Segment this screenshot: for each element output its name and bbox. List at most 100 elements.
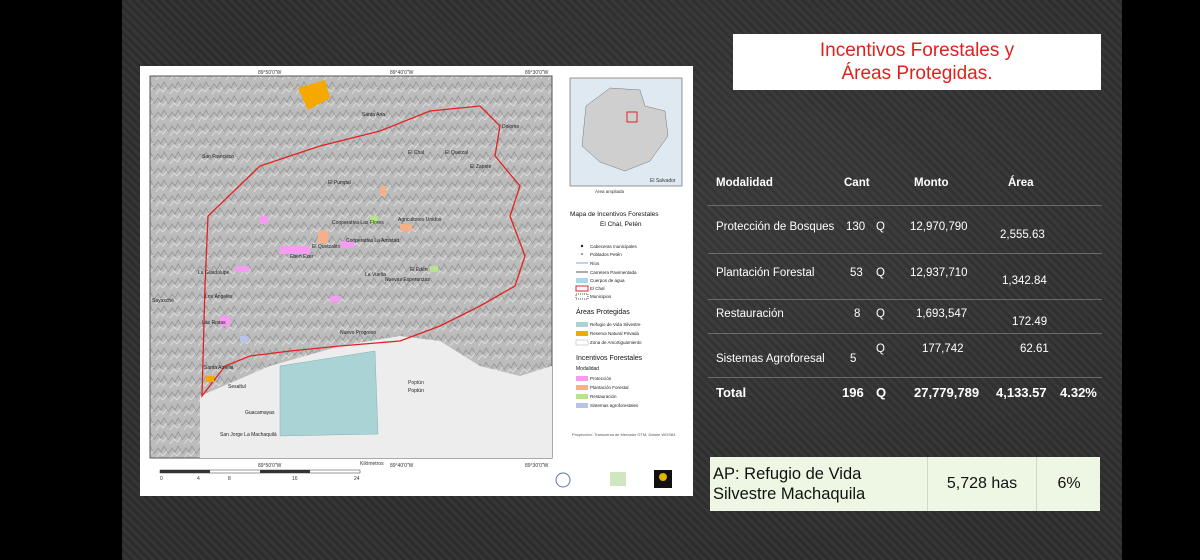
place-label: Poptún — [408, 388, 424, 394]
col-header-monto: Monto — [914, 177, 949, 189]
row-currency: Q — [876, 221, 885, 233]
svg-text:Ríos: Ríos — [590, 261, 600, 266]
legend-ap-heading: Áreas Protegidas — [576, 307, 630, 316]
coord-bottom-2: 89°40'0"W — [390, 463, 414, 469]
total-cant: 196 — [842, 385, 864, 400]
forest-incentives-map: Poptún 89°50'0"W 89°40'0"W 89°30'0"W 89°… — [140, 66, 693, 496]
ap-name: AP: Refugio de Vida Silvestre Machaquila — [713, 464, 923, 504]
total-pct: 4.32% — [1060, 385, 1097, 400]
legend-subtitle: El Chal, Petén — [600, 221, 642, 228]
svg-text:0: 0 — [160, 476, 163, 482]
svg-text:Modalidad: Modalidad — [576, 366, 599, 372]
refugio-area — [279, 350, 379, 437]
svg-text:Zona de Amortiguamiento: Zona de Amortiguamiento — [590, 340, 642, 345]
svg-text:Restauración: Restauración — [590, 394, 617, 399]
place-label: Cooperativa La Amistad — [346, 238, 399, 244]
row-monto: 12,970,790 — [910, 221, 968, 233]
row-area: 1,342.84 — [1002, 275, 1047, 287]
place-label: Dolores — [502, 124, 520, 130]
place-label: Guacamayas — [245, 410, 275, 416]
place-label: Santa Amelia — [204, 365, 234, 371]
row-currency: Q — [876, 343, 885, 355]
total-monto: 27,779,789 — [914, 385, 980, 400]
svg-text:24: 24 — [354, 476, 360, 482]
place-label: El Pumpal — [328, 180, 351, 186]
place-label: Eben Ezer — [290, 254, 314, 260]
svg-text:4: 4 — [197, 476, 200, 482]
place-label: Sayaxché — [152, 298, 174, 304]
legend-if-heading: Incentivos Forestales — [576, 355, 643, 362]
protected-area-summary: AP: Refugio de Vida Silvestre Machaquila… — [710, 457, 1100, 511]
place-label: El Zapote — [470, 164, 492, 170]
place-label: Nuevo Progreso — [340, 330, 376, 336]
slide-title: Incentivos Forestales y Áreas Protegidas… — [733, 34, 1101, 90]
svg-text:Área ampliada: Área ampliada — [595, 188, 625, 194]
col-header-modalidad: Modalidad — [716, 177, 773, 189]
letterbox-left — [0, 0, 122, 560]
place-label: La Guadalupe — [198, 270, 230, 276]
place-label: La Vuelta — [365, 272, 386, 278]
svg-text:Protección: Protección — [590, 376, 612, 381]
place-label: Las Rosas — [202, 320, 226, 326]
row-currency: Q — [876, 308, 885, 320]
row-cant: 130 — [846, 221, 866, 233]
place-label: El Edén — [410, 267, 428, 273]
place-label: Sesaltul — [228, 384, 246, 390]
row-modalidad: Sistemas Agroforesal — [716, 353, 825, 365]
row-monto: 177,742 — [922, 343, 964, 355]
coord-bottom-3: 89°30'0"W — [525, 463, 549, 469]
place-label: El Chal — [408, 150, 424, 156]
svg-text:Refugio de Vida Silvestre: Refugio de Vida Silvestre — [590, 322, 641, 327]
incentives-table: Modalidad Cant Monto Área Protección de … — [708, 163, 1102, 410]
row-area: 62.61 — [1020, 343, 1049, 355]
coord-top-2: 89°40'0"W — [390, 70, 414, 76]
place-label: San Francisco — [202, 154, 234, 160]
coord-top-1: 89°50'0"W — [258, 70, 282, 76]
map-svg: Poptún 89°50'0"W 89°40'0"W 89°30'0"W 89°… — [149, 70, 683, 488]
row-monto: 1,693,547 — [916, 308, 968, 320]
col-header-area: Área — [1008, 177, 1034, 189]
letterbox-right — [1122, 0, 1200, 560]
legend-basic: Cabeceras municipales Poblados Petén Río… — [575, 244, 638, 300]
place-label: Nuevas Esperanzas — [385, 277, 430, 283]
row-area: 172.49 — [1012, 316, 1048, 328]
inab-logo — [610, 472, 626, 486]
map-credits: Proyección: Transversa de Mercator GTM, … — [572, 432, 676, 437]
row-area: 2,555.63 — [1000, 229, 1045, 241]
total-label: Total — [716, 385, 747, 400]
svg-text:Sistemas agroforestales: Sistemas agroforestales — [590, 403, 639, 408]
row-monto: 12,937,710 — [910, 267, 968, 279]
legend-title: Mapa de Incentivos Forestales — [570, 211, 659, 218]
row-currency: Q — [876, 267, 885, 279]
svg-text:8: 8 — [228, 476, 231, 482]
slide: Incentivos Forestales y Áreas Protegidas… — [0, 0, 1200, 560]
svg-text:Cuerpos de agua: Cuerpos de agua — [590, 278, 625, 283]
svg-text:Municipios: Municipios — [590, 294, 612, 299]
place-label: El Quetzal — [445, 150, 468, 156]
map-label-poptun: Poptún — [408, 380, 424, 386]
svg-text:16: 16 — [292, 476, 298, 482]
place-label: San Jorge La Machaquilá — [220, 432, 277, 438]
ap-name-line-1: AP: Refugio de Vida — [713, 465, 862, 483]
col-header-cant: Cant — [844, 177, 870, 189]
row-modalidad: Restauración — [716, 308, 784, 320]
row-modalidad: Plantación Forestal — [716, 267, 815, 279]
row-modalidad: Protección de Bosques — [716, 221, 835, 233]
svg-text:Reserva Natural Privada: Reserva Natural Privada — [590, 331, 640, 336]
row-cant: 8 — [854, 308, 861, 320]
place-label: El Quetzalito — [312, 244, 341, 250]
svg-text:Carretera Pavimentada: Carretera Pavimentada — [590, 270, 637, 275]
ap-area: 5,728 has — [927, 457, 1036, 511]
place-label: Cooperativa Las Flores — [332, 220, 384, 226]
place-label: Santa Ana — [362, 112, 385, 118]
coord-bottom-1: 89°50'0"W — [258, 463, 282, 469]
svg-text:Plantación Forestal: Plantación Forestal — [590, 385, 629, 390]
coord-top-3: 89°30'0"W — [525, 70, 549, 76]
place-label: Agricultores Unidos — [398, 217, 442, 223]
svg-text:El Salvador: El Salvador — [650, 178, 676, 184]
title-line-1: Incentivos Forestales y — [819, 40, 1015, 61]
ap-percentage: 6% — [1036, 457, 1101, 511]
svg-text:Poblados Petén: Poblados Petén — [590, 252, 622, 257]
svg-text:Cabeceras municipales: Cabeceras municipales — [590, 244, 638, 249]
conap-logo — [555, 472, 571, 488]
